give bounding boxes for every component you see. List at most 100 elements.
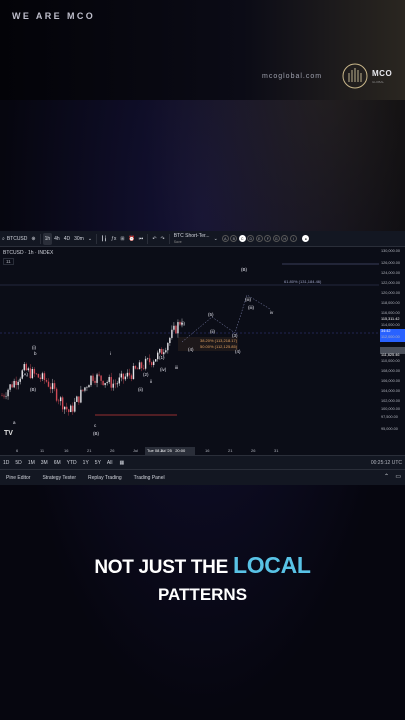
alert-button[interactable]: ⏰ bbox=[127, 233, 137, 245]
undo-icon: ↶ bbox=[152, 235, 157, 242]
website-link[interactable]: mcoglobal.com bbox=[262, 73, 322, 80]
candle-body bbox=[92, 375, 94, 381]
tradingview-logo: TV bbox=[4, 430, 13, 437]
candles-button[interactable]: ┃╽ bbox=[99, 233, 109, 245]
wave-label: (B) bbox=[30, 387, 36, 392]
candle-body bbox=[116, 383, 118, 385]
chart-area[interactable]: BTCUSD · 1h · INDEX 11 TV 130,000.00 126,… bbox=[0, 247, 405, 455]
symbol-search-button[interactable]: ⌕ BTCUSD bbox=[0, 233, 29, 245]
redo-icon: ↷ bbox=[160, 235, 165, 242]
letter-button-i[interactable]: I bbox=[289, 235, 297, 242]
replay-icon: ⏮ bbox=[138, 235, 144, 242]
candle-body bbox=[118, 377, 121, 384]
candle-body bbox=[161, 348, 163, 355]
profile-button[interactable]: ● bbox=[300, 233, 313, 245]
candle-body bbox=[102, 380, 104, 386]
letter-button-d[interactable]: D bbox=[247, 235, 255, 242]
date-tick: 11 bbox=[40, 448, 45, 453]
candle-body bbox=[177, 322, 179, 334]
letter-button-a[interactable]: A bbox=[221, 235, 229, 242]
symbol-title: BTCUSD · 1h · INDEX bbox=[3, 250, 54, 256]
candle-body bbox=[128, 372, 131, 376]
price-tick: 114,000.00 bbox=[381, 323, 400, 327]
script-dropdown[interactable]: ⌄ bbox=[212, 233, 220, 245]
panel-tab-pine-editor[interactable]: Pine Editor bbox=[0, 475, 36, 481]
date-tick: 26 bbox=[110, 448, 115, 453]
letter-button-b[interactable]: B bbox=[230, 235, 238, 242]
panel-tab-trading-panel[interactable]: Trading Panel bbox=[128, 475, 171, 481]
wave-label: (i) bbox=[32, 345, 36, 350]
candle-body bbox=[136, 368, 139, 370]
candle-body bbox=[148, 358, 151, 363]
timeframe-1y[interactable]: 1Y bbox=[80, 460, 92, 466]
calendar-icon[interactable]: ▦ bbox=[115, 460, 128, 466]
script-selector[interactable]: BTC Short-Ter... Save bbox=[172, 233, 212, 245]
candle-body bbox=[43, 373, 46, 381]
candle-body bbox=[68, 409, 70, 413]
add-symbol-button[interactable]: ⊕ bbox=[29, 233, 37, 245]
letter-button-f[interactable]: F bbox=[264, 235, 272, 242]
candle-body bbox=[25, 364, 27, 371]
timeframe-3m[interactable]: 3M bbox=[38, 460, 51, 466]
candle-body bbox=[142, 368, 145, 369]
redo-button[interactable]: ↷ bbox=[159, 233, 167, 245]
caption-line-1: NOT JUST THE LOCAL bbox=[0, 552, 405, 579]
indicators-button[interactable]: ƒx bbox=[109, 233, 118, 245]
letter-button-h[interactable]: H bbox=[281, 235, 289, 242]
brand-sub: GLOBAL bbox=[372, 80, 385, 84]
wave-label: (4) bbox=[235, 349, 241, 354]
letter-button-e[interactable]: E bbox=[255, 235, 263, 242]
candle-body bbox=[57, 400, 60, 402]
candle-body bbox=[165, 350, 167, 353]
candle-body bbox=[84, 387, 86, 391]
letter-button-c[interactable]: C bbox=[238, 235, 246, 242]
timeframe-1m[interactable]: 1M bbox=[25, 460, 38, 466]
wave-label: (ii) bbox=[210, 329, 215, 334]
interval-dropdown[interactable]: ⌄ bbox=[86, 233, 94, 245]
timeframe-ytd[interactable]: YTD bbox=[64, 460, 80, 466]
interval-4d[interactable]: 4D bbox=[62, 233, 72, 245]
top-banner: WE ARE MCO mcoglobal.com MCO GLOBAL bbox=[0, 0, 405, 100]
panel-tab-strategy-tester[interactable]: Strategy Tester bbox=[36, 475, 82, 481]
indicator-badge[interactable]: 11 bbox=[3, 258, 14, 265]
utc-clock[interactable]: 00:25:12 UTC bbox=[371, 460, 402, 466]
candle-body bbox=[167, 343, 169, 351]
templates-button[interactable]: ⊞ bbox=[118, 233, 126, 245]
wave-label: iv bbox=[270, 310, 274, 315]
undo-button[interactable]: ↶ bbox=[150, 233, 158, 245]
wave-label: (5) bbox=[208, 312, 214, 317]
timeframe-6m[interactable]: 6M bbox=[51, 460, 64, 466]
divider bbox=[96, 233, 98, 244]
date-tick: 21 bbox=[228, 448, 233, 453]
timeframe-5d[interactable]: 5D bbox=[12, 460, 24, 466]
candle-body bbox=[39, 377, 42, 380]
candle-body bbox=[19, 378, 21, 382]
wave-label: (i) bbox=[181, 321, 185, 326]
timeframe-1d[interactable]: 1D bbox=[0, 460, 12, 466]
wave-label: (B) bbox=[93, 431, 99, 436]
price-chart[interactable] bbox=[0, 247, 405, 455]
candle-body bbox=[122, 373, 125, 380]
wave-label: (iii) bbox=[245, 297, 251, 302]
brand-name: MCO bbox=[372, 69, 393, 78]
interval-4h[interactable]: 4h bbox=[52, 233, 62, 245]
wave-label: (4) bbox=[188, 347, 194, 352]
price-tick: 104,000.00 bbox=[381, 389, 401, 393]
candle-body bbox=[72, 405, 74, 412]
alarm-icon: ⏰ bbox=[128, 235, 135, 242]
candle-body bbox=[98, 374, 100, 376]
letter-button-g[interactable]: G bbox=[272, 235, 280, 242]
interval-30m[interactable]: 30m bbox=[72, 233, 86, 245]
candle-body bbox=[175, 325, 177, 334]
collapse-icon[interactable]: ⌃ bbox=[384, 473, 389, 480]
candle-body bbox=[104, 383, 106, 386]
candle-body bbox=[112, 383, 114, 388]
timeframe-all[interactable]: All bbox=[104, 460, 116, 466]
maximize-icon[interactable]: ▭ bbox=[395, 473, 401, 480]
candle-body bbox=[114, 383, 116, 385]
candle-body bbox=[70, 405, 72, 413]
timeframe-5y[interactable]: 5Y bbox=[92, 460, 104, 466]
panel-tab-replay-trading[interactable]: Replay Trading bbox=[82, 475, 128, 481]
interval-1h[interactable]: 1h bbox=[42, 232, 53, 245]
replay-button[interactable]: ⏮ bbox=[137, 233, 146, 245]
